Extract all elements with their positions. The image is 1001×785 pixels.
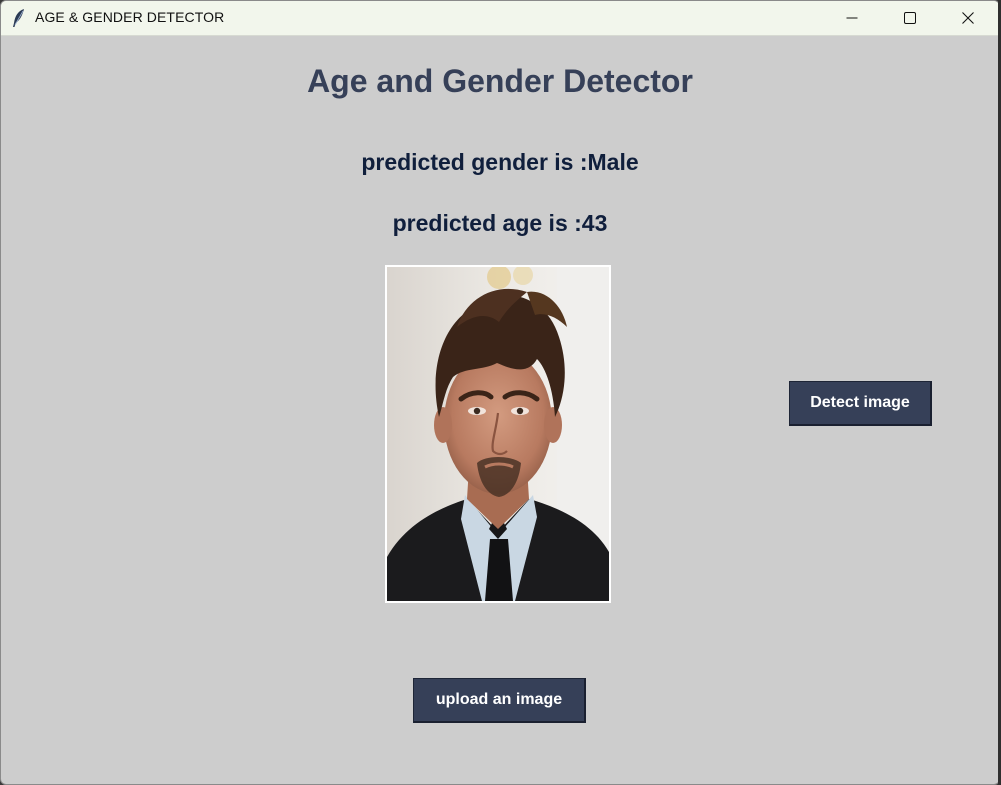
close-button[interactable] bbox=[939, 1, 997, 35]
app-heading: Age and Gender Detector bbox=[307, 63, 693, 99]
detect-image-button[interactable]: Detect image bbox=[789, 381, 932, 426]
maximize-button[interactable] bbox=[881, 1, 939, 35]
upload-image-button[interactable]: upload an image bbox=[413, 678, 586, 723]
feather-icon bbox=[11, 8, 27, 28]
window-title: AGE & GENDER DETECTOR bbox=[35, 9, 225, 25]
app-window: AGE & GENDER DETECTOR Age and Gender Det… bbox=[0, 0, 1000, 785]
predicted-age-label: predicted age is :43 bbox=[392, 210, 608, 236]
predicted-gender-label: predicted gender is :Male bbox=[361, 149, 639, 175]
minimize-icon bbox=[846, 17, 858, 19]
minimize-button[interactable] bbox=[823, 1, 881, 35]
uploaded-photo bbox=[385, 265, 611, 603]
maximize-icon bbox=[904, 12, 916, 24]
title-bar[interactable]: AGE & GENDER DETECTOR bbox=[1, 1, 999, 36]
close-icon bbox=[962, 12, 974, 24]
